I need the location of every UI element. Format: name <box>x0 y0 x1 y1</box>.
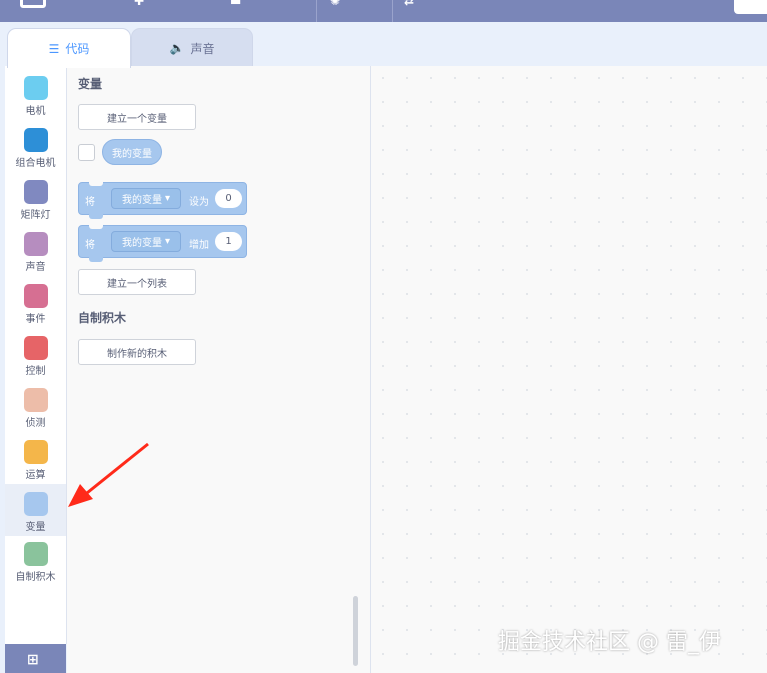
arrow-shaft <box>81 442 149 499</box>
tab-code-label: 代码 <box>65 42 90 56</box>
arrow-head <box>68 484 93 507</box>
annotation-arrow <box>68 442 149 507</box>
watermark: 掘金技术社区 @ 雷_伊 <box>498 630 721 655</box>
tab-code[interactable]: ☰ 代码 <box>7 28 131 68</box>
code-icon: ☰ <box>48 41 60 56</box>
